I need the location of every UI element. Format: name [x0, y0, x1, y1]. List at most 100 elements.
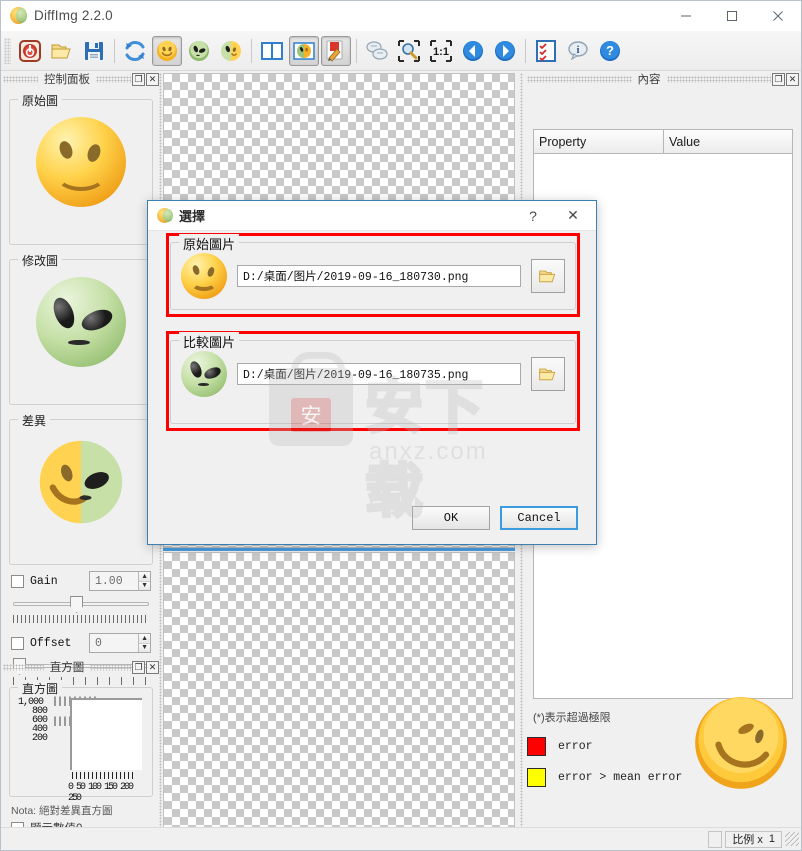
cancel-button[interactable]: Cancel	[500, 506, 578, 530]
dialog-button-row: OK Cancel	[412, 506, 578, 530]
minimize-button[interactable]	[663, 1, 709, 31]
histogram-panel-title-bar[interactable]: 直方圖 ❐ ✕	[3, 659, 159, 675]
toolbar-separator	[525, 38, 526, 63]
legend-label-mean-error: error > mean error	[558, 771, 683, 784]
checklist-icon[interactable]	[531, 36, 561, 66]
dialog-title-bar: 選擇 ? ✕	[148, 201, 596, 231]
toolbar-drag-handle[interactable]	[4, 37, 11, 64]
group-original-title: 原始圖	[18, 92, 63, 109]
panel-drag-dots[interactable]	[3, 663, 44, 671]
reload-refresh-icon[interactable]	[120, 36, 150, 66]
panel-drag-dots[interactable]	[96, 75, 131, 83]
content-panel-title-bar[interactable]: 內容 ❐ ✕	[527, 71, 799, 87]
color-picker-icon[interactable]	[321, 35, 351, 66]
group-original-image: 原始圖	[9, 92, 153, 245]
content-float-button[interactable]: ❐	[772, 72, 785, 86]
save-floppy-icon[interactable]	[79, 36, 109, 66]
smiley-face-thumbnail	[36, 117, 126, 207]
group-histogram: 直方圖 1,000 800 600 400 200 ||||||||| ||||…	[9, 680, 153, 804]
offset-decrement-icon[interactable]: ▼	[139, 643, 150, 652]
control-panel-close-button[interactable]: ✕	[146, 72, 159, 86]
histogram-y-axis-labels: 1,000 800 600 400 200 ||||||||| ||||||||…	[18, 697, 98, 744]
gain-decrement-icon[interactable]: ▼	[139, 581, 150, 590]
original-path-input[interactable]: D:/桌面/图片/2019-09-16_180730.png	[237, 265, 521, 287]
exit-icon[interactable]	[15, 36, 45, 66]
status-scale-field: 比例 x 1	[725, 830, 782, 848]
svg-text:?: ?	[606, 43, 614, 58]
zoom-actual-icon[interactable]: 1:1	[426, 36, 456, 66]
help-icon[interactable]: ?	[595, 36, 625, 66]
gain-increment-icon[interactable]: ▲	[139, 572, 150, 582]
compare-path-input[interactable]: D:/桌面/图片/2019-09-16_180735.png	[237, 363, 521, 385]
content-close-button[interactable]: ✕	[786, 72, 799, 86]
control-panel-title-bar[interactable]: 控制面板 ❐ ✕	[3, 71, 159, 87]
column-header-property[interactable]: Property	[534, 130, 664, 154]
original-image-thumbnail[interactable]	[10, 100, 152, 218]
difference-image-thumbnail[interactable]	[10, 420, 152, 538]
offset-label: Offset	[30, 636, 72, 650]
browse-compare-button[interactable]	[531, 357, 565, 391]
offset-increment-icon[interactable]: ▲	[139, 634, 150, 644]
blend-view-icon[interactable]	[289, 35, 319, 66]
back-arrow-icon[interactable]	[458, 36, 488, 66]
toolbar-separator	[356, 38, 357, 63]
split-view-icon[interactable]	[257, 36, 287, 66]
panel-drag-dots[interactable]	[90, 663, 131, 671]
group-original-picture-title: 原始圖片	[179, 234, 240, 253]
offset-checkbox[interactable]	[11, 636, 24, 650]
histogram-close-button[interactable]: ✕	[146, 660, 159, 674]
gain-input[interactable]	[90, 572, 139, 590]
offset-stepper[interactable]: ▲ ▼	[89, 633, 151, 653]
image-canvas-bottom[interactable]	[163, 552, 515, 829]
original-image-icon[interactable]	[152, 35, 182, 66]
alien-face-icon	[181, 351, 227, 397]
svg-text:i: i	[577, 45, 580, 56]
group-modified-image: 修改圖	[9, 252, 153, 405]
offset-stepper-arrows[interactable]: ▲ ▼	[138, 634, 150, 652]
comment-bubbles-icon[interactable]	[362, 36, 392, 66]
column-header-value[interactable]: Value	[664, 130, 792, 154]
resize-grip[interactable]	[785, 832, 799, 846]
histogram-plot-area[interactable]: 1,000 800 600 400 200 ||||||||| ||||||||…	[16, 696, 146, 804]
dialog-help-button[interactable]: ?	[516, 201, 550, 231]
open-folder-icon[interactable]	[47, 36, 77, 66]
browse-original-button[interactable]	[531, 259, 565, 293]
modified-image-thumbnail[interactable]	[10, 260, 152, 378]
control-panel-float-button[interactable]: ❐	[132, 72, 145, 86]
gain-stepper[interactable]: ▲ ▼	[89, 571, 151, 591]
ok-button[interactable]: OK	[412, 506, 490, 530]
status-scale-value: 1	[768, 833, 775, 845]
smiley-face-icon	[181, 253, 227, 299]
modified-image-icon[interactable]	[184, 36, 214, 66]
panel-drag-dots[interactable]	[3, 75, 38, 83]
histogram-note: Nota: 絕對差異直方圖	[11, 805, 113, 817]
main-toolbar: 1:1 i ?	[1, 31, 801, 71]
histogram-float-button[interactable]: ❐	[132, 660, 145, 674]
legend-swatch-error	[527, 737, 546, 756]
status-field-empty	[708, 830, 723, 848]
dialog-close-button[interactable]: ✕	[556, 201, 590, 231]
horizontal-splitter[interactable]	[163, 548, 515, 551]
panel-drag-dots[interactable]	[527, 75, 632, 83]
difference-image-icon[interactable]	[216, 36, 246, 66]
smiley-face-preview	[691, 693, 791, 793]
maximize-button[interactable]	[709, 1, 755, 31]
offset-row: Offset ▲ ▼	[3, 633, 159, 653]
gain-checkbox[interactable]	[11, 574, 24, 588]
toolbar-separator	[114, 38, 115, 63]
close-button[interactable]	[755, 1, 801, 31]
info-icon[interactable]: i	[563, 36, 593, 66]
group-modified-title: 修改圖	[18, 252, 63, 269]
zoom-fit-icon[interactable]	[394, 36, 424, 66]
forward-arrow-icon[interactable]	[490, 36, 520, 66]
group-histogram-title: 直方圖	[18, 680, 63, 697]
control-panel-title: 控制面板	[44, 74, 90, 86]
gain-slider[interactable]	[13, 593, 149, 615]
histogram-panel-title: 直方圖	[49, 662, 85, 674]
application-window: DiffImg 2.2.0 1:1 i ? 控制面板 ❐ ✕ 原始圖 修改圖 差…	[0, 0, 802, 851]
offset-input[interactable]	[90, 634, 139, 652]
panel-drag-dots[interactable]	[666, 75, 771, 83]
alien-face-thumbnail	[36, 277, 126, 367]
gain-slider-handle[interactable]	[70, 596, 84, 613]
gain-stepper-arrows[interactable]: ▲ ▼	[138, 572, 150, 590]
